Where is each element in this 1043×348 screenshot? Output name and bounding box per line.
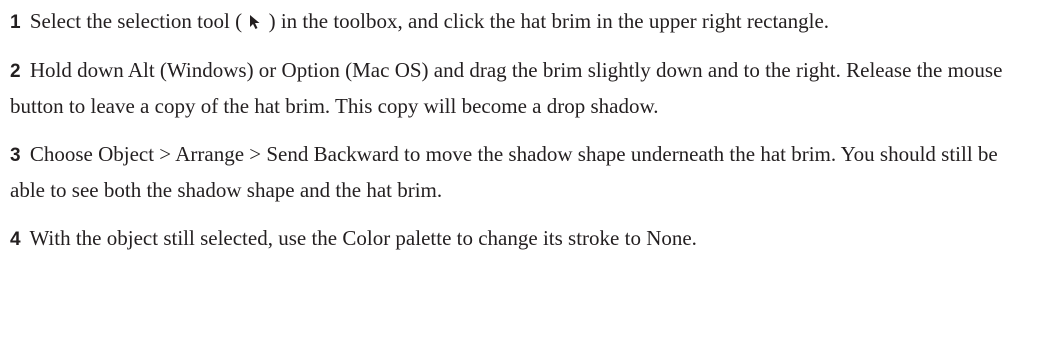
step-2: 2 Hold down Alt (Windows) or Option (Mac…	[10, 53, 1033, 124]
step-number: 2	[10, 61, 21, 82]
selection-tool-arrow-icon	[250, 15, 260, 29]
step-4: 4 With the object still selected, use th…	[10, 221, 1033, 257]
step-3: 3 Choose Object > Arrange > Send Backwar…	[10, 137, 1033, 208]
step-text: With the object still selected, use the …	[29, 226, 697, 250]
instruction-steps: 1 Select the selection tool ( ) in the t…	[0, 0, 1043, 257]
step-text: Choose Object > Arrange > Send Backward …	[10, 142, 998, 202]
step-number: 4	[10, 229, 21, 250]
step-text-part-1: Select the selection tool (	[29, 9, 243, 33]
step-text: Hold down Alt (Windows) or Option (Mac O…	[10, 58, 1003, 118]
step-number: 3	[10, 145, 21, 166]
step-text-part-2: ) in the toolbox, and click the hat brim…	[268, 9, 830, 33]
step-number: 1	[10, 12, 21, 33]
step-1: 1 Select the selection tool ( ) in the t…	[10, 4, 1033, 40]
